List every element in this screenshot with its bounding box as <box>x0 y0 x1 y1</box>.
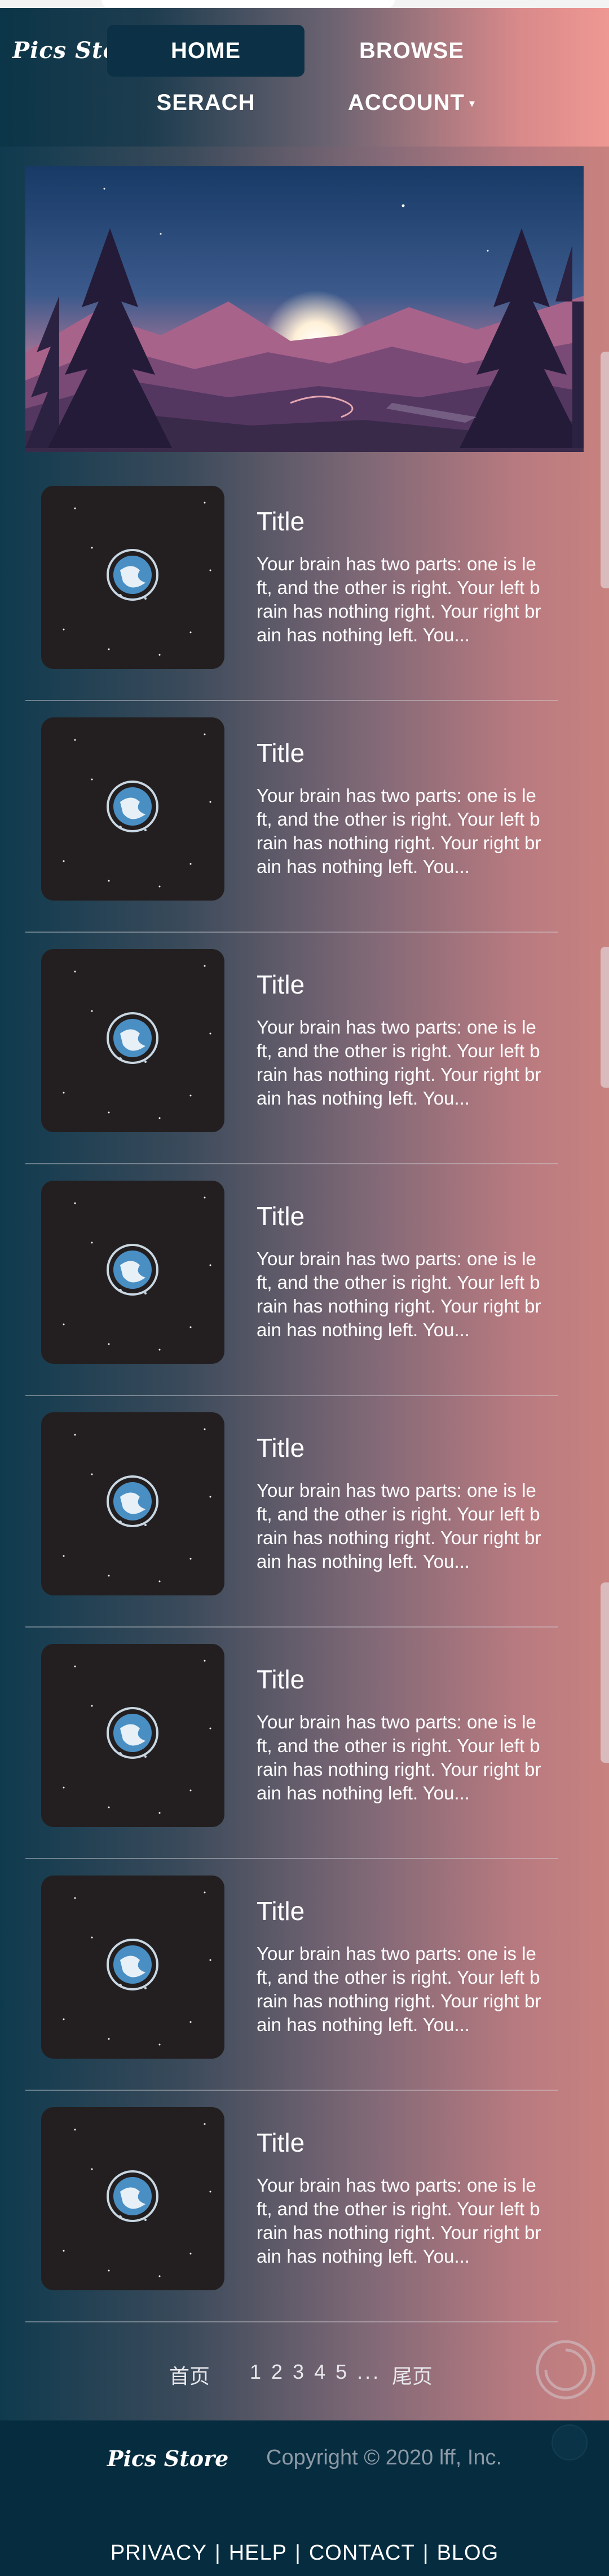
card-thumbnail[interactable] <box>41 1412 224 1595</box>
card-description: Your brain has two parts: one is left, a… <box>257 1712 541 1803</box>
planet-in-space-illustration <box>63 1428 211 1582</box>
nav-search[interactable]: SERACH <box>135 85 276 121</box>
card-title[interactable]: Title <box>257 738 304 768</box>
card-thumbnail[interactable] <box>41 1181 224 1364</box>
card-description: Your brain has two parts: one is left, a… <box>257 2175 541 2267</box>
pagination: 首页 1 2 3 4 5 ... 尾页 <box>0 2356 609 2389</box>
card-title[interactable]: Title <box>257 969 304 1000</box>
footer-logo[interactable]: Pics Store <box>107 2446 228 2471</box>
footer-link-help[interactable]: HELP <box>229 2541 287 2565</box>
card-title[interactable]: Title <box>257 1201 304 1231</box>
card-description: Your brain has two parts: one is left, a… <box>257 1248 541 1340</box>
scroll-indicator <box>601 1582 609 1763</box>
list-item[interactable]: Title Your brain has two parts: one is le… <box>25 1394 558 1628</box>
list-item[interactable]: Title Your brain has two parts: one is le… <box>25 468 558 701</box>
card-thumbnail[interactable] <box>41 2107 224 2290</box>
footer-separator: | <box>214 2541 221 2565</box>
list-item[interactable]: Title Your brain has two parts: one is le… <box>25 931 558 1164</box>
planet-in-space-illustration <box>63 1660 211 1814</box>
card-title[interactable]: Title <box>257 1664 304 1695</box>
planet-in-space-illustration <box>63 502 211 656</box>
page-numbers[interactable]: 1 2 3 4 5 ... <box>250 2360 381 2384</box>
card-title[interactable]: Title <box>257 1896 304 1926</box>
nav-browse[interactable]: BROWSE <box>333 25 491 77</box>
list-item[interactable]: Title Your brain has two parts: one is le… <box>25 2089 558 2322</box>
back-to-top-button[interactable] <box>551 2424 588 2460</box>
card-thumbnail[interactable] <box>41 1644 224 1827</box>
card-description: Your brain has two parts: one is left, a… <box>257 1943 541 2035</box>
mountain-landscape-illustration <box>25 166 584 452</box>
card-description: Your brain has two parts: one is left, a… <box>257 1480 541 1572</box>
footer-separator: | <box>422 2541 429 2565</box>
card-thumbnail[interactable] <box>41 949 224 1132</box>
card-title[interactable]: Title <box>257 1433 304 1463</box>
card-description: Your brain has two parts: one is left, a… <box>257 785 541 877</box>
planet-in-space-illustration <box>63 733 211 888</box>
footer-separator: | <box>294 2541 301 2565</box>
planet-in-space-illustration <box>63 1891 211 2046</box>
nav-account-label: ACCOUNT <box>347 90 465 115</box>
card-thumbnail[interactable] <box>41 717 224 901</box>
nav-account[interactable]: ACCOUNT ▾ <box>338 85 485 121</box>
footer-link-blog[interactable]: BLOG <box>437 2541 499 2565</box>
card-title[interactable]: Title <box>257 506 304 537</box>
card-thumbnail[interactable] <box>41 1876 224 2059</box>
nav-home[interactable]: HOME <box>107 25 304 77</box>
card-thumbnail[interactable] <box>41 486 224 669</box>
chevron-down-icon: ▾ <box>469 97 476 110</box>
card-title[interactable]: Title <box>257 2127 304 2158</box>
scroll-indicator <box>601 947 609 1088</box>
list-item[interactable]: Title Your brain has two parts: one is le… <box>25 1163 558 1396</box>
page-first-link[interactable]: 首页 <box>169 2360 210 2389</box>
page-last-link[interactable]: 尾页 <box>392 2360 433 2389</box>
planet-in-space-illustration <box>63 1196 211 1351</box>
card-description: Your brain has two parts: one is left, a… <box>257 553 541 645</box>
copyright-text: Copyright © 2020 lff, Inc. <box>266 2446 502 2469</box>
site-header: Pics Store HOME BROWSE SERACH ACCOUNT ▾ <box>0 0 609 147</box>
footer-links: PRIVACY | HELP | CONTACT | BLOG <box>0 2541 609 2565</box>
footer-link-contact[interactable]: CONTACT <box>309 2541 415 2565</box>
planet-in-space-illustration <box>63 2123 211 2277</box>
site-footer: Pics Store Copyright © 2020 lff, Inc. PR… <box>0 2420 609 2576</box>
list-item[interactable]: Title Your brain has two parts: one is le… <box>25 699 558 933</box>
loading-spinner-icon <box>536 2340 595 2400</box>
planet-in-space-illustration <box>63 965 211 1119</box>
scroll-indicator <box>601 352 609 588</box>
card-description: Your brain has two parts: one is left, a… <box>257 1017 541 1109</box>
list-item[interactable]: Title Your brain has two parts: one is le… <box>25 1857 558 2091</box>
footer-link-privacy[interactable]: PRIVACY <box>111 2541 207 2565</box>
list-item[interactable]: Title Your brain has two parts: one is le… <box>25 1626 558 1859</box>
hero-image <box>25 166 584 452</box>
top-strip-tab <box>102 0 395 8</box>
